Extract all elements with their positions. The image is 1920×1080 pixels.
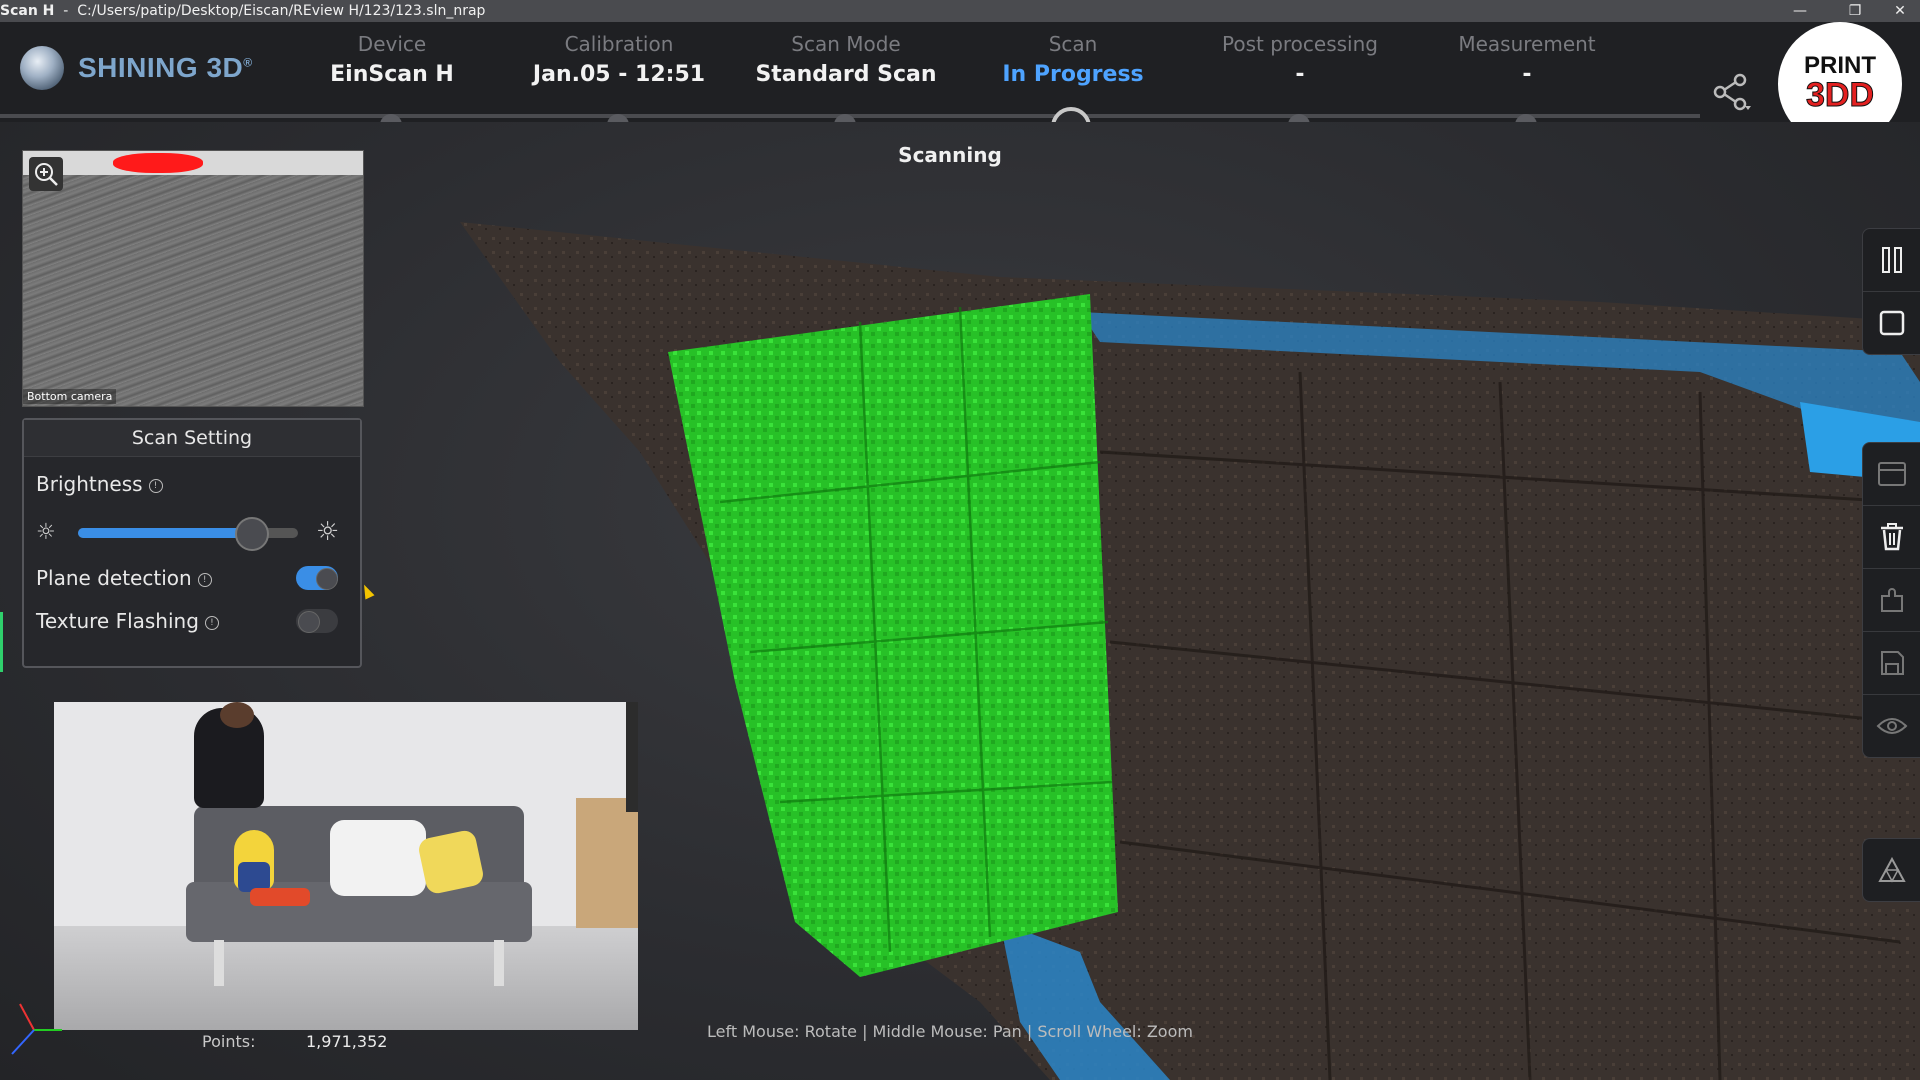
stop-button[interactable] bbox=[1863, 291, 1920, 354]
step-value: In Progress bbox=[1002, 62, 1144, 87]
video-pillow-yellow bbox=[416, 828, 486, 896]
step-label: Scan bbox=[1048, 32, 1098, 56]
file-path: C:/Users/patip/Desktop/Eiscan/REview H/1… bbox=[77, 3, 486, 19]
video-boxes bbox=[576, 798, 638, 928]
scan-control-toolbar bbox=[1862, 228, 1920, 355]
bottom-camera-preview: Bottom camera bbox=[22, 150, 364, 407]
step-value: - bbox=[1522, 62, 1532, 87]
info-icon[interactable]: ! bbox=[197, 573, 212, 587]
step-label: Post processing bbox=[1222, 32, 1378, 56]
points-value: 1,971,352 bbox=[306, 1032, 388, 1051]
title-bar: Scan H - C:/Users/patip/Desktop/Eiscan/R… bbox=[0, 0, 1920, 22]
save-icon bbox=[1881, 651, 1904, 675]
restore-button[interactable]: ❐ bbox=[1835, 0, 1875, 22]
badge-line1: PRINT bbox=[1804, 52, 1876, 79]
brightness-label: Brightness bbox=[36, 472, 143, 496]
live-scan-region bbox=[668, 294, 1118, 977]
pause-button[interactable] bbox=[1863, 229, 1920, 291]
brand-logo: SHINING 3D® bbox=[20, 46, 253, 90]
brightness-slider[interactable] bbox=[78, 517, 298, 551]
step-label: Measurement bbox=[1458, 32, 1596, 56]
app-title: Scan H bbox=[0, 3, 55, 19]
step-label: Scan Mode bbox=[791, 32, 901, 56]
step-value: Jan.05 - 12:51 bbox=[532, 62, 706, 87]
brightness-high-icon: ☼ bbox=[316, 517, 340, 547]
step-value: - bbox=[1295, 62, 1305, 87]
stop-icon bbox=[1879, 310, 1905, 336]
brightness-row: Brightness! bbox=[36, 472, 163, 496]
texture-flashing-label: Texture Flashing bbox=[36, 609, 199, 633]
panel-icon bbox=[1878, 462, 1906, 486]
texture-flashing-toggle[interactable] bbox=[296, 609, 338, 633]
visibility-button[interactable] bbox=[1863, 694, 1920, 757]
step-value: EinScan H bbox=[330, 62, 454, 87]
step-label: Device bbox=[357, 32, 427, 56]
plugin-button[interactable] bbox=[1863, 568, 1920, 631]
edit-toolbar bbox=[1862, 442, 1920, 758]
window-title: Scan H - C:/Users/patip/Desktop/Eiscan/R… bbox=[0, 3, 486, 19]
mesh-toolbar bbox=[1862, 838, 1920, 902]
delete-button[interactable] bbox=[1863, 505, 1920, 568]
video-sofa-leg bbox=[494, 940, 504, 986]
video-sofa-leg bbox=[214, 940, 224, 986]
video-pillow-white bbox=[330, 820, 426, 896]
video-person-head bbox=[220, 702, 254, 728]
points-label: Points: bbox=[202, 1032, 256, 1051]
step-measurement[interactable]: Measurement - bbox=[1417, 32, 1637, 136]
video-doorframe bbox=[626, 702, 638, 812]
brightness-slider-fill bbox=[78, 528, 250, 538]
minimize-button[interactable]: — bbox=[1780, 0, 1820, 22]
save-button[interactable] bbox=[1863, 631, 1920, 694]
close-button[interactable]: ✕ bbox=[1880, 0, 1920, 22]
plane-detection-toggle[interactable] bbox=[296, 566, 338, 590]
step-scan[interactable]: Scan In Progress bbox=[963, 32, 1183, 147]
share-icon[interactable] bbox=[1712, 72, 1752, 112]
info-icon[interactable]: ! bbox=[204, 616, 219, 630]
badge-line2: 3DD bbox=[1805, 76, 1875, 114]
axes-gizmo bbox=[11, 1003, 62, 1055]
scan-status: Scanning bbox=[898, 143, 1002, 167]
plane-detection-row: Plane detection! bbox=[36, 566, 212, 590]
scan-setting-panel: Scan Setting Brightness! ☼ ☼ Plane detec… bbox=[22, 418, 362, 668]
toggle-knob bbox=[298, 611, 320, 633]
camera-label: Bottom camera bbox=[23, 389, 117, 404]
step-post-processing[interactable]: Post processing - bbox=[1190, 32, 1410, 136]
eye-icon bbox=[1876, 718, 1908, 734]
pause-icon bbox=[1882, 247, 1902, 273]
zoom-in-icon bbox=[35, 163, 58, 186]
mouse-hint: Left Mouse: Rotate | Middle Mouse: Pan |… bbox=[707, 1022, 1193, 1041]
panel-title: Scan Setting bbox=[24, 420, 360, 457]
brightness-slider-handle[interactable] bbox=[234, 517, 269, 551]
toggle-knob bbox=[316, 568, 338, 590]
step-value: Standard Scan bbox=[755, 62, 937, 87]
left-edge-indicator bbox=[0, 612, 3, 672]
shining3d-logo-icon bbox=[20, 46, 64, 90]
step-label: Calibration bbox=[564, 32, 674, 56]
brightness-low-icon: ☼ bbox=[36, 520, 56, 545]
plane-detection-label: Plane detection bbox=[36, 566, 192, 590]
step-device[interactable]: Device EinScan H bbox=[282, 32, 502, 136]
mesh-button[interactable] bbox=[1863, 839, 1920, 901]
mesh-icon bbox=[1878, 856, 1906, 883]
brand-name: SHINING 3D® bbox=[78, 52, 253, 83]
puzzle-icon bbox=[1881, 588, 1903, 612]
video-overlay bbox=[54, 702, 638, 1030]
panel-button[interactable] bbox=[1863, 443, 1920, 505]
video-red-cloth bbox=[250, 888, 310, 906]
zoom-button[interactable] bbox=[29, 157, 63, 191]
step-scan-mode[interactable]: Scan Mode Standard Scan bbox=[736, 32, 956, 136]
step-calibration[interactable]: Calibration Jan.05 - 12:51 bbox=[509, 32, 729, 136]
workflow-header: SHINING 3D® Device EinScan H Calibration… bbox=[0, 22, 1920, 147]
trash-icon bbox=[1881, 523, 1903, 551]
info-icon[interactable]: ! bbox=[148, 479, 163, 493]
laser-spot bbox=[113, 153, 203, 173]
texture-flashing-row: Texture Flashing! bbox=[36, 609, 219, 633]
